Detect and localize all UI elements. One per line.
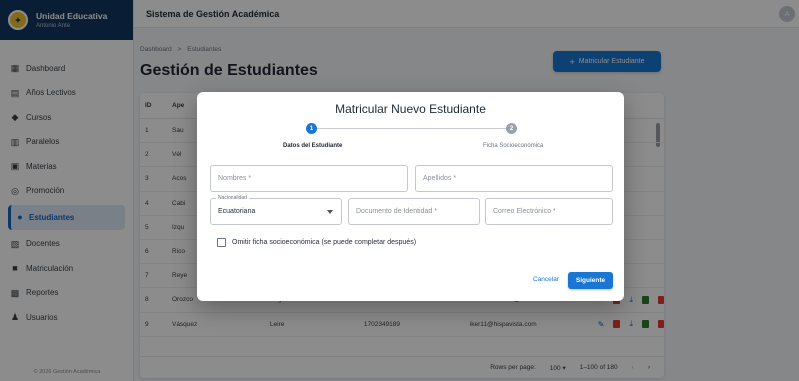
step-2-label: Ficha Socioeconómica	[483, 143, 544, 149]
nombres-field[interactable]: Nombres *	[210, 165, 408, 192]
enroll-student-dialog: Matricular Nuevo Estudiante 1 2 Datos de…	[197, 92, 624, 301]
skip-socioeconomic-label: Omitir ficha socioeconómica (se puede co…	[232, 239, 417, 246]
stepper-connector	[317, 128, 509, 129]
documento-field[interactable]: Documento de Identidad *	[348, 198, 480, 225]
apellidos-field[interactable]: Apellidos *	[415, 165, 613, 192]
step-2-indicator: 2	[506, 123, 517, 134]
cancel-button[interactable]: Cancelar	[533, 276, 559, 283]
step-1-label: Datos del Estudiante	[283, 143, 343, 149]
nacionalidad-value: Ecuatoriana	[218, 208, 256, 215]
dialog-title: Matricular Nuevo Estudiante	[335, 102, 486, 116]
correo-field[interactable]: Correo Electrónico *	[485, 198, 613, 225]
nacionalidad-legend: Nacionalidad	[216, 195, 249, 201]
next-button[interactable]: Siguiente	[568, 272, 613, 289]
skip-socioeconomic-option: Omitir ficha socioeconómica (se puede co…	[217, 238, 416, 247]
chevron-down-icon	[327, 210, 333, 214]
step-1-indicator: 1	[306, 123, 317, 134]
skip-socioeconomic-checkbox[interactable]	[217, 238, 226, 247]
nacionalidad-select[interactable]: Nacionalidad Ecuatoriana	[210, 195, 342, 225]
